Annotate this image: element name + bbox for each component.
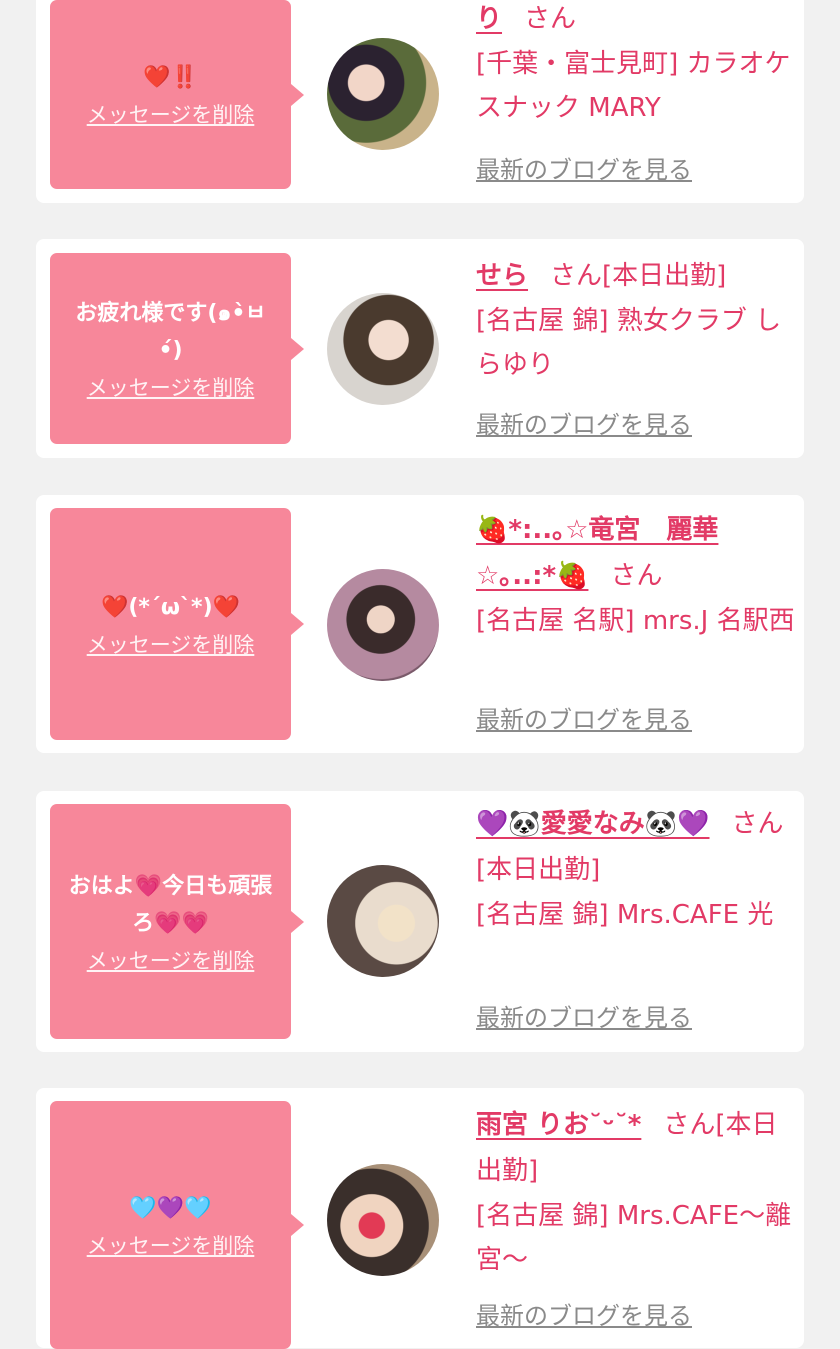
girl-name-link[interactable]: 💜🐼愛愛なみ🐼💜 bbox=[476, 809, 710, 839]
name-line: 🍓*:..｡☆竜宮 麗華☆｡..:*🍓 さん bbox=[476, 507, 796, 599]
delete-message-link[interactable]: メッセージを削除 bbox=[87, 1231, 255, 1261]
message-bubble: おはよ💗今日も頑張ろ💗💗 メッセージを削除 bbox=[50, 804, 304, 1039]
message-text: おはよ💗今日も頑張ろ💗💗 bbox=[68, 873, 273, 936]
san-suffix: さん bbox=[610, 561, 663, 591]
message-card: 🩵💜🩵 メッセージを削除 雨宮 りお˘ᵕ˘* さん[本日出勤] [名古屋 錦] M… bbox=[36, 1088, 804, 1349]
san-suffix: さん bbox=[663, 1110, 716, 1140]
profile-info: せら さん[本日出勤] [名古屋 錦] 熟女クラブ しらゆり bbox=[476, 253, 796, 387]
message-text: お疲れ様です(๑•̀ㅂ•́) bbox=[75, 300, 266, 363]
san-suffix: さん bbox=[550, 261, 603, 291]
latest-blog-link[interactable]: 最新のブログを見る bbox=[476, 409, 692, 441]
message-card: お疲れ様です(๑•̀ㅂ•́) メッセージを削除 せら さん[本日出勤] [名古屋 … bbox=[36, 239, 804, 458]
profile-info: 🍓*:..｡☆竜宮 麗華☆｡..:*🍓 さん [名古屋 名駅] mrs.J 名駅西 bbox=[476, 507, 796, 643]
girl-name-link[interactable]: 🍓*:..｡☆竜宮 麗華☆｡..:*🍓 bbox=[476, 515, 718, 591]
shop-name: [名古屋 錦] Mrs.CAFE〜離宮〜 bbox=[476, 1201, 792, 1275]
message-bubble: 🩵💜🩵 メッセージを削除 bbox=[50, 1101, 304, 1349]
girl-name-link[interactable]: り bbox=[476, 4, 502, 34]
message-text: 🩵💜🩵 bbox=[129, 1195, 212, 1221]
delete-message-link[interactable]: メッセージを削除 bbox=[87, 630, 255, 660]
name-line: せら さん[本日出勤] bbox=[476, 253, 796, 299]
latest-blog-link[interactable]: 最新のブログを見る bbox=[476, 704, 692, 736]
delete-message-link[interactable]: メッセージを削除 bbox=[87, 946, 255, 976]
avatar[interactable] bbox=[327, 1164, 439, 1276]
message-bubble: お疲れ様です(๑•̀ㅂ•́) メッセージを削除 bbox=[50, 253, 304, 444]
latest-blog-link[interactable]: 最新のブログを見る bbox=[476, 1300, 692, 1332]
name-line: 💜🐼愛愛なみ🐼💜 さん [本日出勤] bbox=[476, 801, 796, 893]
avatar[interactable] bbox=[327, 569, 439, 681]
latest-blog-link[interactable]: 最新のブログを見る bbox=[476, 1002, 692, 1034]
status-badge: [本日出勤] bbox=[476, 855, 601, 885]
message-card: ❤️(*´ω`*)❤️ メッセージを削除 🍓*:..｡☆竜宮 麗華☆｡..:*🍓… bbox=[36, 495, 804, 753]
avatar[interactable] bbox=[327, 865, 439, 977]
profile-info: 💜🐼愛愛なみ🐼💜 さん [本日出勤] [名古屋 錦] Mrs.CAFE 光 bbox=[476, 801, 796, 937]
shop-name: [千葉・富士見町] カラオケスナック MARY bbox=[476, 49, 791, 123]
message-text: ❤️(*´ω`*)❤️ bbox=[100, 594, 241, 620]
status-badge: [本日出勤] bbox=[602, 261, 727, 291]
latest-blog-link[interactable]: 最新のブログを見る bbox=[476, 154, 692, 186]
girl-name-link[interactable]: せら bbox=[476, 261, 528, 291]
delete-message-link[interactable]: メッセージを削除 bbox=[87, 373, 255, 403]
name-line: 雨宮 りお˘ᵕ˘* さん[本日出勤] bbox=[476, 1102, 796, 1194]
avatar[interactable] bbox=[327, 38, 439, 150]
shop-name: [名古屋 名駅] mrs.J 名駅西 bbox=[476, 606, 795, 636]
message-bubble: ❤️‼️ メッセージを削除 bbox=[50, 0, 304, 189]
delete-message-link[interactable]: メッセージを削除 bbox=[87, 100, 255, 130]
message-card: ❤️‼️ メッセージを削除 りさん [千葉・富士見町] カラオケスナック MAR… bbox=[36, 0, 804, 203]
name-line: りさん bbox=[476, 0, 796, 42]
message-text: ❤️‼️ bbox=[143, 65, 198, 90]
girl-name-link[interactable]: 雨宮 りお˘ᵕ˘* bbox=[476, 1110, 641, 1140]
message-bubble: ❤️(*´ω`*)❤️ メッセージを削除 bbox=[50, 508, 304, 740]
shop-name: [名古屋 錦] 熟女クラブ しらゆり bbox=[476, 306, 782, 380]
san-suffix: さん bbox=[524, 4, 577, 34]
shop-name: [名古屋 錦] Mrs.CAFE 光 bbox=[476, 900, 774, 930]
profile-info: 雨宮 りお˘ᵕ˘* さん[本日出勤] [名古屋 錦] Mrs.CAFE〜離宮〜 bbox=[476, 1102, 796, 1282]
avatar[interactable] bbox=[327, 293, 439, 405]
san-suffix: さん bbox=[731, 809, 784, 839]
message-card: おはよ💗今日も頑張ろ💗💗 メッセージを削除 💜🐼愛愛なみ🐼💜 さん [本日出勤] [… bbox=[36, 791, 804, 1052]
profile-info: りさん [千葉・富士見町] カラオケスナック MARY bbox=[476, 0, 796, 130]
